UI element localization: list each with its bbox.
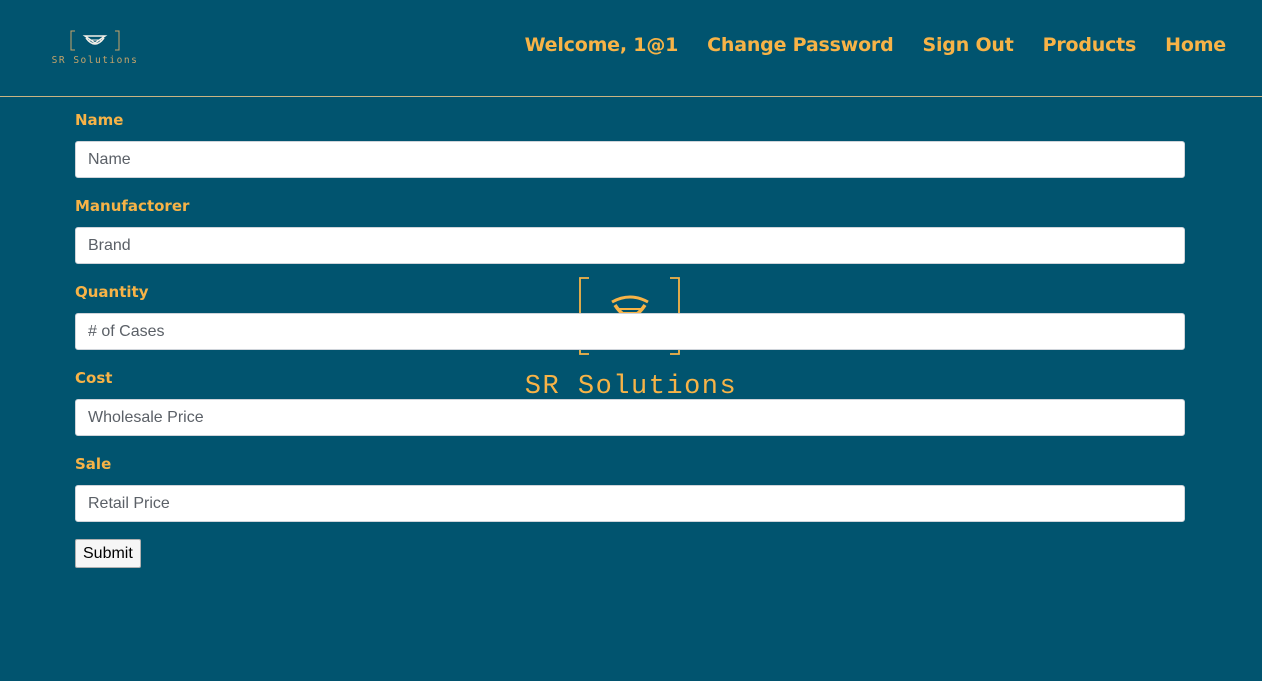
brand-logo-small[interactable]: SR Solutions — [38, 28, 152, 68]
site-header: SR Solutions Welcome, 1@1 Change Passwor… — [0, 0, 1262, 97]
add-product-form: Name Manufactorer Quantity Cost Sale Sub… — [75, 108, 1185, 568]
brand-name-small: SR Solutions — [52, 55, 139, 66]
nav-welcome-link[interactable]: Welcome, 1@1 — [525, 34, 679, 56]
cost-input[interactable] — [75, 399, 1185, 436]
sale-label: Sale — [75, 455, 112, 473]
name-input[interactable] — [75, 141, 1185, 178]
nav-sign-out-link[interactable]: Sign Out — [923, 34, 1014, 56]
manufacturer-input[interactable] — [75, 227, 1185, 264]
top-nav: Welcome, 1@1 Change Password Sign Out Pr… — [525, 34, 1227, 56]
quantity-label: Quantity — [75, 283, 149, 301]
submit-button[interactable]: Submit — [75, 539, 141, 568]
bowl-icon — [82, 35, 108, 45]
nav-products-link[interactable]: Products — [1043, 34, 1137, 56]
quantity-input[interactable] — [75, 313, 1185, 350]
sale-input[interactable] — [75, 485, 1185, 522]
nav-change-password-link[interactable]: Change Password — [707, 34, 894, 56]
cost-label: Cost — [75, 369, 113, 387]
name-label: Name — [75, 111, 124, 129]
manufacturer-label: Manufactorer — [75, 197, 190, 215]
nav-home-link[interactable]: Home — [1165, 34, 1226, 56]
